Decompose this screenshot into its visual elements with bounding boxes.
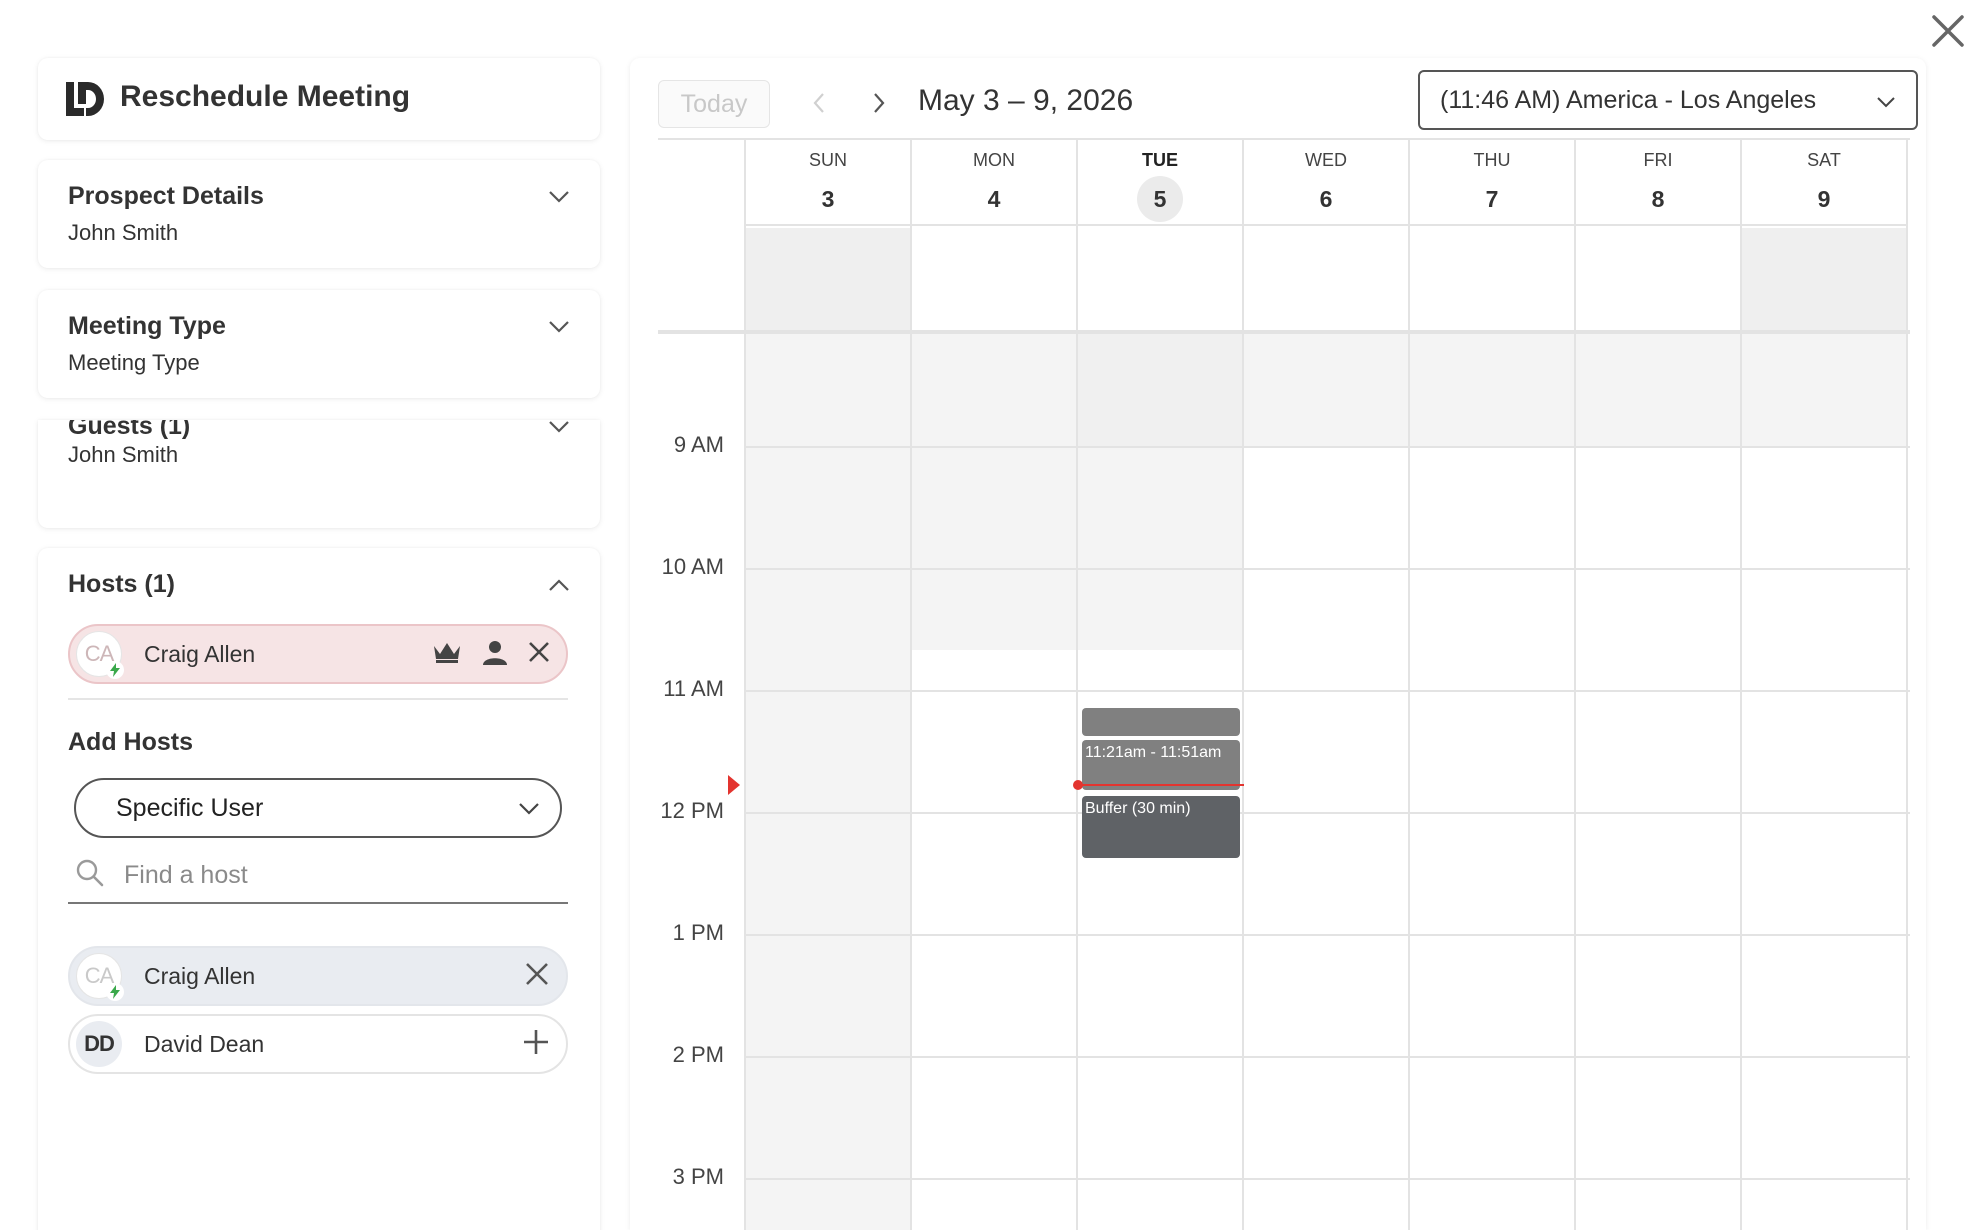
chevron-right-icon[interactable]	[872, 92, 886, 119]
host-name: David Dean	[144, 1030, 265, 1057]
day-of-week: THU	[1473, 150, 1511, 170]
day-column[interactable]: MON 4	[910, 138, 1076, 1230]
now-line	[1078, 784, 1244, 786]
time-label: 1 PM	[672, 920, 724, 945]
day-column[interactable]: WED 6	[1242, 138, 1408, 1230]
event-label: Buffer (30 min)	[1085, 800, 1191, 817]
buffer-block[interactable]: Buffer (30 min)	[1082, 796, 1240, 858]
day-number: 5	[1137, 176, 1183, 222]
day-column[interactable]: THU 7	[1408, 138, 1574, 1230]
day-number: 9	[1817, 185, 1831, 212]
bolt-icon	[106, 661, 124, 679]
event-label: 11:21am - 11:51am	[1085, 744, 1222, 761]
day-column[interactable]: FRI 8	[1574, 138, 1740, 1230]
host-list-item[interactable]: CA Craig Allen	[68, 946, 568, 1006]
chevron-up-icon[interactable]	[548, 574, 570, 596]
chevron-left-icon[interactable]	[812, 92, 826, 119]
day-of-week: SAT	[1807, 150, 1841, 170]
timezone-value: (11:46 AM) America - Los Angeles	[1440, 85, 1817, 114]
avatar-initials: DD	[84, 1031, 115, 1056]
person-icon[interactable]	[482, 639, 508, 670]
crown-icon[interactable]	[432, 640, 462, 669]
meeting-type-section[interactable]: Meeting Type Meeting Type	[38, 290, 600, 398]
avatar: CA	[76, 631, 124, 679]
search-icon	[76, 859, 104, 892]
chevron-down-icon	[518, 794, 540, 823]
host-name: Craig Allen	[144, 962, 256, 989]
now-dot	[1073, 780, 1083, 790]
close-icon[interactable]	[1925, 8, 1971, 54]
day-of-week: SUN	[808, 150, 847, 170]
day-of-week: FRI	[1643, 150, 1673, 170]
event-block[interactable]: 11:21am - 11:51am	[1082, 740, 1240, 790]
chevron-down-icon[interactable]	[548, 420, 570, 438]
day-column[interactable]: TUE 5	[1076, 138, 1242, 1230]
guests-title: Guests (1)	[68, 420, 191, 440]
guest-name: John Smith	[68, 442, 179, 467]
remove-host-icon[interactable]	[528, 641, 550, 668]
host-search-input[interactable]: Find a host	[68, 848, 568, 904]
timezone-select[interactable]: (11:46 AM) America - Los Angeles	[1418, 70, 1918, 130]
hosts-section: Hosts (1) CA Craig Allen Add Hosts Speci…	[38, 548, 600, 1230]
avatar: CA	[76, 953, 124, 1001]
host-list-item[interactable]: DD David Dean	[68, 1014, 568, 1074]
today-button[interactable]: Today	[658, 80, 770, 128]
day-number: 6	[1319, 185, 1333, 212]
meeting-type-value: Meeting Type	[68, 350, 200, 375]
prospect-details-title: Prospect Details	[68, 182, 264, 210]
page-title: Reschedule Meeting	[120, 80, 411, 113]
now-indicator-arrow	[728, 775, 740, 795]
day-of-week: TUE	[1142, 150, 1178, 170]
day-column[interactable]: SUN 3	[744, 138, 910, 1230]
chevron-down-icon	[1876, 86, 1896, 115]
meeting-type-title: Meeting Type	[68, 312, 226, 340]
calendar-panel: Today May 3 – 9, 2026 (11:46 AM) America…	[630, 58, 1926, 1230]
day-number: 3	[821, 185, 835, 212]
time-label: 11 AM	[663, 676, 724, 701]
search-placeholder: Find a host	[124, 860, 248, 889]
time-label: 10 AM	[661, 554, 724, 579]
host-mode-value: Specific User	[116, 793, 264, 822]
day-number: 7	[1485, 185, 1499, 212]
divider	[68, 698, 568, 700]
bolt-icon	[106, 983, 124, 1001]
prospect-details-section[interactable]: Prospect Details John Smith	[38, 160, 600, 268]
chevron-down-icon[interactable]	[548, 316, 570, 338]
day-of-week: MON	[973, 150, 1015, 170]
day-of-week: WED	[1305, 150, 1347, 170]
selected-host-pill: CA Craig Allen	[68, 624, 568, 684]
day-number: 4	[987, 185, 1001, 212]
hosts-title: Hosts (1)	[68, 570, 175, 598]
host-mode-select[interactable]: Specific User	[74, 778, 562, 838]
host-name: Craig Allen	[144, 640, 256, 667]
chevron-down-icon[interactable]	[548, 186, 570, 208]
header-card: Reschedule Meeting	[38, 58, 600, 140]
time-label: 9 AM	[673, 432, 724, 457]
week-grid: SUN 3 MON 4 TUE 5 WED 6 THU 7 FRI 8 SAT 9 9 AM …	[658, 138, 1910, 1230]
guests-section[interactable]: Guests (1) John Smith	[38, 420, 600, 528]
event-block[interactable]	[1082, 708, 1240, 736]
day-column[interactable]: SAT 9	[1740, 138, 1908, 1230]
logo-icon	[66, 82, 104, 116]
day-number: 8	[1651, 185, 1665, 212]
time-label: 2 PM	[672, 1042, 724, 1067]
add-hosts-label: Add Hosts	[68, 728, 193, 756]
avatar: DD	[76, 1021, 122, 1067]
date-range-label: May 3 – 9, 2026	[918, 84, 1134, 117]
prospect-name: John Smith	[68, 220, 179, 245]
time-label: 12 PM	[660, 798, 724, 823]
time-label: 3 PM	[672, 1164, 724, 1189]
add-host-icon[interactable]	[522, 1028, 550, 1061]
remove-host-icon[interactable]	[524, 961, 550, 992]
